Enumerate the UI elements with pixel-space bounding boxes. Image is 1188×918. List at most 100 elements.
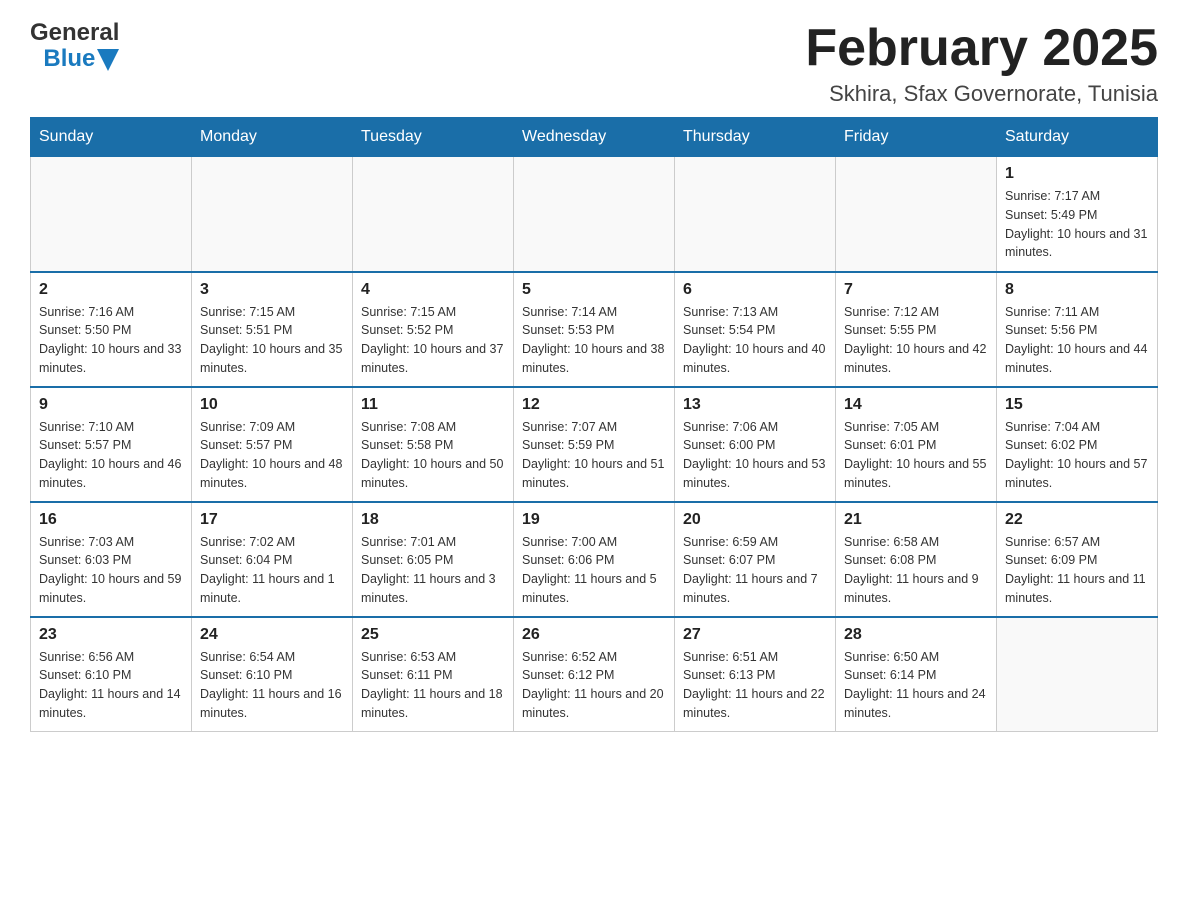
day-number: 24 xyxy=(200,626,344,644)
calendar-day-cell: 7 Sunrise: 7:12 AMSunset: 5:55 PMDaylight… xyxy=(836,272,997,387)
calendar-week-row: 9 Sunrise: 7:10 AMSunset: 5:57 PMDaylight… xyxy=(31,387,1158,502)
day-number: 5 xyxy=(522,281,666,299)
day-number: 3 xyxy=(200,281,344,299)
calendar-day-cell: 1 Sunrise: 7:17 AMSunset: 5:49 PMDaylight… xyxy=(997,157,1158,272)
day-info: Sunrise: 7:11 AMSunset: 5:56 PMDaylight:… xyxy=(1005,303,1149,378)
calendar-day-cell: 8 Sunrise: 7:11 AMSunset: 5:56 PMDaylight… xyxy=(997,272,1158,387)
day-info: Sunrise: 7:04 AMSunset: 6:02 PMDaylight:… xyxy=(1005,418,1149,493)
day-of-week-header: Wednesday xyxy=(514,118,675,157)
calendar-day-cell: 12 Sunrise: 7:07 AMSunset: 5:59 PMDayligh… xyxy=(514,387,675,502)
calendar-day-cell: 27 Sunrise: 6:51 AMSunset: 6:13 PMDayligh… xyxy=(675,617,836,732)
day-of-week-header: Saturday xyxy=(997,118,1158,157)
day-number: 27 xyxy=(683,626,827,644)
calendar-title: February 2025 xyxy=(805,20,1158,77)
day-number: 13 xyxy=(683,396,827,414)
day-info: Sunrise: 6:59 AMSunset: 6:07 PMDaylight:… xyxy=(683,533,827,608)
calendar-day-cell xyxy=(192,157,353,272)
day-number: 9 xyxy=(39,396,183,414)
day-info: Sunrise: 6:57 AMSunset: 6:09 PMDaylight:… xyxy=(1005,533,1149,608)
day-info: Sunrise: 7:13 AMSunset: 5:54 PMDaylight:… xyxy=(683,303,827,378)
day-number: 26 xyxy=(522,626,666,644)
calendar-day-cell xyxy=(675,157,836,272)
day-info: Sunrise: 7:10 AMSunset: 5:57 PMDaylight:… xyxy=(39,418,183,493)
calendar-day-cell xyxy=(997,617,1158,732)
calendar-day-cell: 26Sunrise: 6:52 AMSunset: 6:12 PMDayligh… xyxy=(514,617,675,732)
day-number: 8 xyxy=(1005,281,1149,299)
calendar-day-cell: 21 Sunrise: 6:58 AMSunset: 6:08 PMDayligh… xyxy=(836,502,997,617)
day-number: 28 xyxy=(844,626,988,644)
day-info: Sunrise: 6:50 AMSunset: 6:14 PMDaylight:… xyxy=(844,648,988,723)
day-number: 19 xyxy=(522,511,666,529)
calendar-day-cell xyxy=(836,157,997,272)
day-info: Sunrise: 7:08 AMSunset: 5:58 PMDaylight:… xyxy=(361,418,505,493)
day-number: 23 xyxy=(39,626,183,644)
day-of-week-header: Sunday xyxy=(31,118,192,157)
day-info: Sunrise: 7:01 AMSunset: 6:05 PMDaylight:… xyxy=(361,533,505,608)
calendar-week-row: 2 Sunrise: 7:16 AMSunset: 5:50 PMDaylight… xyxy=(31,272,1158,387)
day-number: 12 xyxy=(522,396,666,414)
calendar-day-cell xyxy=(514,157,675,272)
day-number: 21 xyxy=(844,511,988,529)
day-info: Sunrise: 6:54 AMSunset: 6:10 PMDaylight:… xyxy=(200,648,344,723)
calendar-day-cell: 5Sunrise: 7:14 AMSunset: 5:53 PMDaylight… xyxy=(514,272,675,387)
day-of-week-header: Friday xyxy=(836,118,997,157)
calendar-day-cell: 4 Sunrise: 7:15 AMSunset: 5:52 PMDaylight… xyxy=(353,272,514,387)
day-info: Sunrise: 7:15 AMSunset: 5:51 PMDaylight:… xyxy=(200,303,344,378)
calendar-day-cell: 13 Sunrise: 7:06 AMSunset: 6:00 PMDayligh… xyxy=(675,387,836,502)
calendar-day-cell: 16Sunrise: 7:03 AMSunset: 6:03 PMDayligh… xyxy=(31,502,192,617)
day-number: 4 xyxy=(361,281,505,299)
day-of-week-header: Thursday xyxy=(675,118,836,157)
logo: General Blue xyxy=(30,20,119,73)
calendar-day-cell: 22 Sunrise: 6:57 AMSunset: 6:09 PMDayligh… xyxy=(997,502,1158,617)
day-info: Sunrise: 7:09 AMSunset: 5:57 PMDaylight:… xyxy=(200,418,344,493)
calendar-body: 1 Sunrise: 7:17 AMSunset: 5:49 PMDaylight… xyxy=(31,157,1158,732)
day-info: Sunrise: 7:05 AMSunset: 6:01 PMDaylight:… xyxy=(844,418,988,493)
day-number: 7 xyxy=(844,281,988,299)
day-number: 1 xyxy=(1005,165,1149,183)
day-number: 18 xyxy=(361,511,505,529)
day-number: 10 xyxy=(200,396,344,414)
day-info: Sunrise: 6:58 AMSunset: 6:08 PMDaylight:… xyxy=(844,533,988,608)
day-number: 15 xyxy=(1005,396,1149,414)
day-info: Sunrise: 7:06 AMSunset: 6:00 PMDaylight:… xyxy=(683,418,827,493)
day-info: Sunrise: 7:12 AMSunset: 5:55 PMDaylight:… xyxy=(844,303,988,378)
day-info: Sunrise: 7:07 AMSunset: 5:59 PMDaylight:… xyxy=(522,418,666,493)
calendar-day-cell: 11 Sunrise: 7:08 AMSunset: 5:58 PMDayligh… xyxy=(353,387,514,502)
day-number: 25 xyxy=(361,626,505,644)
day-info: Sunrise: 6:53 AMSunset: 6:11 PMDaylight:… xyxy=(361,648,505,723)
calendar-day-cell: 6 Sunrise: 7:13 AMSunset: 5:54 PMDaylight… xyxy=(675,272,836,387)
calendar-day-cell: 20Sunrise: 6:59 AMSunset: 6:07 PMDayligh… xyxy=(675,502,836,617)
logo-blue-text: Blue xyxy=(43,46,95,72)
calendar-day-cell: 10 Sunrise: 7:09 AMSunset: 5:57 PMDayligh… xyxy=(192,387,353,502)
calendar-day-cell: 18 Sunrise: 7:01 AMSunset: 6:05 PMDayligh… xyxy=(353,502,514,617)
calendar-subtitle: Skhira, Sfax Governorate, Tunisia xyxy=(805,81,1158,107)
calendar-day-cell: 28 Sunrise: 6:50 AMSunset: 6:14 PMDayligh… xyxy=(836,617,997,732)
day-info: Sunrise: 7:17 AMSunset: 5:49 PMDaylight:… xyxy=(1005,187,1149,262)
calendar-day-cell: 24 Sunrise: 6:54 AMSunset: 6:10 PMDayligh… xyxy=(192,617,353,732)
calendar-week-row: 1 Sunrise: 7:17 AMSunset: 5:49 PMDaylight… xyxy=(31,157,1158,272)
calendar-day-cell: 19 Sunrise: 7:00 AMSunset: 6:06 PMDayligh… xyxy=(514,502,675,617)
day-info: Sunrise: 7:03 AMSunset: 6:03 PMDaylight:… xyxy=(39,533,183,608)
day-number: 17 xyxy=(200,511,344,529)
day-number: 14 xyxy=(844,396,988,414)
day-number: 2 xyxy=(39,281,183,299)
logo-general-text: General xyxy=(30,20,119,46)
calendar-day-cell: 14 Sunrise: 7:05 AMSunset: 6:01 PMDayligh… xyxy=(836,387,997,502)
days-of-week-row: SundayMondayTuesdayWednesdayThursdayFrid… xyxy=(31,118,1158,157)
page-header: General Blue February 2025 Skhira, Sfax … xyxy=(30,20,1158,107)
day-info: Sunrise: 7:15 AMSunset: 5:52 PMDaylight:… xyxy=(361,303,505,378)
day-info: Sunrise: 7:00 AMSunset: 6:06 PMDaylight:… xyxy=(522,533,666,608)
calendar-day-cell xyxy=(31,157,192,272)
day-number: 22 xyxy=(1005,511,1149,529)
calendar-day-cell: 15 Sunrise: 7:04 AMSunset: 6:02 PMDayligh… xyxy=(997,387,1158,502)
day-of-week-header: Tuesday xyxy=(353,118,514,157)
day-info: Sunrise: 7:02 AMSunset: 6:04 PMDaylight:… xyxy=(200,533,344,608)
calendar-day-cell: 25 Sunrise: 6:53 AMSunset: 6:11 PMDayligh… xyxy=(353,617,514,732)
logo-triangle-icon xyxy=(97,49,119,71)
day-info: Sunrise: 6:51 AMSunset: 6:13 PMDaylight:… xyxy=(683,648,827,723)
day-number: 11 xyxy=(361,396,505,414)
calendar-day-cell: 2 Sunrise: 7:16 AMSunset: 5:50 PMDaylight… xyxy=(31,272,192,387)
day-number: 6 xyxy=(683,281,827,299)
calendar-day-cell: 9 Sunrise: 7:10 AMSunset: 5:57 PMDaylight… xyxy=(31,387,192,502)
day-info: Sunrise: 7:16 AMSunset: 5:50 PMDaylight:… xyxy=(39,303,183,378)
